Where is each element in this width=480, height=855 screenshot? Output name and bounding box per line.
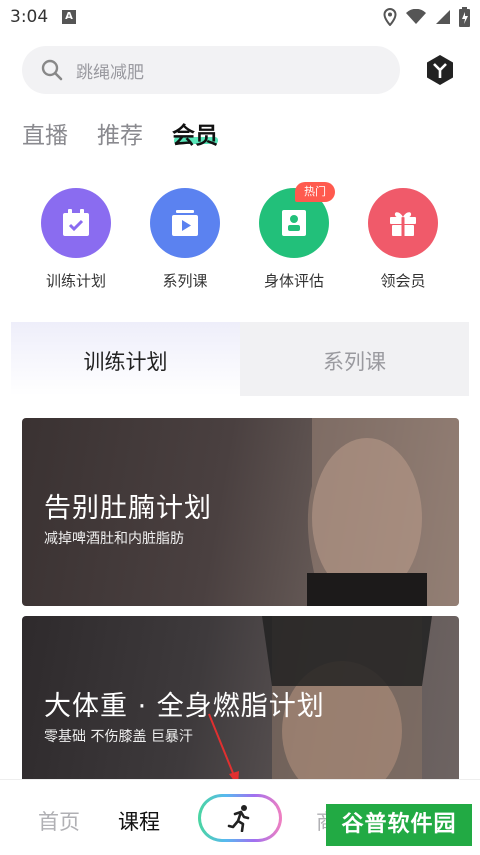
- nav-home[interactable]: 首页: [38, 806, 80, 836]
- search-placeholder: 跳绳减肥: [76, 63, 144, 83]
- battery-icon: [459, 7, 470, 27]
- segment-tab-series-course[interactable]: 系列课: [240, 322, 469, 396]
- signal-icon: [436, 10, 450, 24]
- series-course-label: 系列课: [162, 272, 208, 290]
- feature-get-membership[interactable]: 领会员: [348, 188, 458, 291]
- get-membership-circle: [368, 188, 438, 258]
- card-subtitle: 减掉啤酒肚和内脏脂肪: [44, 531, 184, 547]
- card-title: 大体重 · 全身燃脂计划: [44, 691, 325, 722]
- segment-tab-label: 系列课: [323, 350, 386, 374]
- status-time: 3:04: [10, 7, 49, 27]
- notification-icon: A: [62, 10, 76, 24]
- course-card-belly[interactable]: 告别肚腩计划 减掉啤酒肚和内脏脂肪: [22, 418, 459, 606]
- search-icon: [41, 59, 63, 81]
- feature-series-course[interactable]: 系列课: [130, 188, 240, 291]
- card-title: 告别肚腩计划: [44, 493, 212, 524]
- run-button[interactable]: [198, 794, 282, 842]
- running-icon: [227, 805, 250, 832]
- search-input[interactable]: 跳绳减肥: [22, 46, 400, 94]
- training-plan-label: 训练计划: [45, 272, 106, 290]
- gift-icon: [390, 212, 416, 236]
- hot-badge: 热门: [295, 182, 335, 202]
- video-play-icon: [172, 210, 198, 236]
- calendar-check-icon: [63, 209, 89, 236]
- body-assess-icon: [282, 210, 306, 236]
- keep-logo-icon[interactable]: [424, 54, 456, 86]
- tab-recommend[interactable]: 推荐: [97, 116, 143, 150]
- location-icon: [383, 8, 397, 26]
- tab-live[interactable]: 直播: [22, 116, 68, 150]
- feature-training-plan[interactable]: 训练计划: [21, 188, 131, 291]
- series-course-circle: [150, 188, 220, 258]
- segment-tab-training-plan[interactable]: 训练计划: [11, 322, 240, 396]
- segment-tab-label: 训练计划: [83, 350, 168, 374]
- feature-body-assessment[interactable]: 身体评估: [239, 188, 349, 291]
- status-bar: 3:04 A: [0, 0, 480, 34]
- annotation-arrow-icon: [208, 713, 239, 786]
- body-assessment-label: 身体评估: [263, 272, 324, 290]
- status-icons: [383, 7, 470, 27]
- wifi-icon: [406, 9, 426, 24]
- tab-member[interactable]: 会员: [172, 116, 218, 150]
- watermark: 谷普软件园: [326, 804, 472, 846]
- card-subtitle: 零基础 不伤膝盖 巨暴汗: [44, 729, 193, 745]
- training-plan-circle: [41, 188, 111, 258]
- segment-tabs: 训练计划 系列课: [11, 322, 469, 396]
- get-membership-label: 领会员: [380, 272, 426, 290]
- nav-courses[interactable]: 课程: [118, 806, 160, 836]
